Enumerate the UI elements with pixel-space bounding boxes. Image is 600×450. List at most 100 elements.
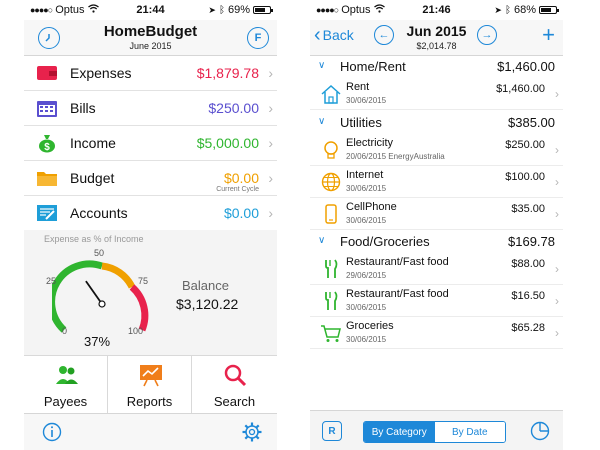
gauge-tick-label: 100 xyxy=(128,326,144,336)
battery-icon xyxy=(253,6,273,14)
calendar-icon xyxy=(37,101,57,117)
category-name: Home/Rent xyxy=(340,59,406,74)
gauge-percent: 37% xyxy=(84,334,111,349)
expense-amount: $250.00 xyxy=(505,139,545,151)
segment-by-category[interactable]: By Category xyxy=(364,422,435,442)
r-button[interactable]: R xyxy=(322,421,342,441)
gauge-tick-label: 0 xyxy=(62,326,68,336)
info-icon[interactable] xyxy=(42,422,62,442)
menu-row-expenses[interactable]: Expenses $1,879.78 › xyxy=(24,56,277,91)
chevron-right-icon: › xyxy=(268,100,273,116)
expense-name: Groceries xyxy=(346,320,394,332)
menu-label: Income xyxy=(70,135,116,151)
category-header-food-groceries[interactable]: ∨ Food/Groceries $169.78 xyxy=(310,231,563,253)
expenses-by-category-screen: ●●●●○ Optus 21:46 ➤ ᛒ 68% ‹ Back ← Jun 2… xyxy=(310,0,563,450)
battery-icon xyxy=(539,6,559,14)
category-header-utilities[interactable]: ∨ Utilities $385.00 xyxy=(310,112,563,134)
filter-button[interactable]: F xyxy=(247,27,269,49)
gauge-tick-label: 50 xyxy=(94,248,105,258)
chevron-right-icon: › xyxy=(268,65,273,81)
expense-row[interactable]: Restaurant/Fast food 30/06/2015 $16.50 › xyxy=(310,285,563,317)
expense-row[interactable]: Internet 30/06/2015 $100.00 › xyxy=(310,166,563,198)
money-bag-icon: $ xyxy=(39,135,55,153)
expense-name: CellPhone xyxy=(346,201,397,213)
accounts-icon xyxy=(37,205,57,221)
expense-date: 30/06/2015 xyxy=(346,335,387,344)
chevron-right-icon: › xyxy=(555,294,559,308)
add-expense-button[interactable]: + xyxy=(542,22,555,48)
clock-button[interactable] xyxy=(38,27,60,49)
house-icon xyxy=(321,84,341,104)
chevron-right-icon: › xyxy=(555,143,559,157)
wallet-icon xyxy=(37,66,57,80)
expense-date: 30/06/2015 xyxy=(346,216,387,225)
expense-name: Internet xyxy=(346,169,384,181)
expense-amount: $35.00 xyxy=(511,203,545,215)
tile-label: Reports xyxy=(126,394,173,409)
bluetooth-icon: ᛒ xyxy=(218,4,225,16)
globe-icon xyxy=(321,172,341,192)
menu-row-bills[interactable]: Bills $250.00 › xyxy=(24,91,277,126)
status-bar: ●●●●○ Optus 21:44 ➤ ᛒ 69% xyxy=(24,0,277,20)
bottom-toolbar: R By Category By Date xyxy=(310,410,563,450)
expense-date: 29/06/2015 xyxy=(346,271,387,280)
gauge-tick-label: 25 xyxy=(46,276,57,286)
cart-icon xyxy=(321,325,341,342)
expense-amount: $88.00 xyxy=(511,258,545,270)
category-name: Food/Groceries xyxy=(340,234,430,249)
menu-row-income[interactable]: $ Income $5,000.00 › xyxy=(24,126,277,161)
gauge-arc-green xyxy=(52,260,104,333)
expense-row[interactable]: CellPhone 30/06/2015 $35.00 › xyxy=(310,198,563,230)
page-title: Jun 2015 xyxy=(406,23,467,39)
quick-tiles: Payees Reports Search xyxy=(24,355,277,414)
payees-tile[interactable]: Payees xyxy=(24,356,108,414)
menu-label: Accounts xyxy=(70,205,128,221)
chevron-down-icon: ∨ xyxy=(318,60,326,71)
expense-name: Restaurant/Fast food xyxy=(346,288,449,300)
chevron-right-icon: › xyxy=(268,205,273,221)
arrow-right-icon: → xyxy=(481,29,493,41)
expense-amount: $65.28 xyxy=(511,322,545,334)
expense-date: 30/06/2015 xyxy=(346,184,387,193)
next-month-button[interactable]: → xyxy=(477,25,497,45)
expense-row[interactable]: Groceries 30/06/2015 $65.28 › xyxy=(310,317,563,349)
expense-date: 20/06/2015 EnergyAustralia xyxy=(346,152,445,161)
chevron-down-icon: ∨ xyxy=(318,235,326,246)
chevron-down-icon: ∨ xyxy=(318,116,326,127)
location-icon: ➤ xyxy=(208,4,216,15)
gauge-hub xyxy=(98,300,106,308)
fork-knife-icon xyxy=(325,291,338,310)
chevron-right-icon: › xyxy=(268,135,273,151)
page-title: HomeBudget xyxy=(103,23,198,40)
svg-text:$: $ xyxy=(44,142,50,153)
magnifier-icon xyxy=(224,364,247,387)
people-icon xyxy=(56,366,78,384)
settings-gear-icon[interactable] xyxy=(241,421,263,443)
menu-label: Expenses xyxy=(70,65,132,81)
nav-header: ‹ Back ← Jun 2015 $2,014.78 → + xyxy=(310,20,563,56)
pie-chart-icon[interactable] xyxy=(529,420,551,442)
expense-row[interactable]: Rent 30/06/2015 $1,460.00 › xyxy=(310,78,563,110)
page-total: $2,014.78 xyxy=(416,41,457,51)
homebudget-summary-screen: ●●●●○ Optus 21:44 ➤ ᛒ 69% HomeBudget Jun… xyxy=(24,0,277,450)
menu-value: $250.00 xyxy=(208,100,259,116)
sort-segmented-control: By Category By Date xyxy=(363,421,506,443)
tile-label: Payees xyxy=(43,394,88,409)
plus-icon: + xyxy=(542,22,555,47)
menu-row-budget[interactable]: Budget $0.00 Current Cycle › xyxy=(24,161,277,196)
reports-tile[interactable]: Reports xyxy=(108,356,192,414)
search-tile[interactable]: Search xyxy=(192,356,277,414)
expense-row[interactable]: Restaurant/Fast food 29/06/2015 $88.00 › xyxy=(310,253,563,285)
expense-date: 30/06/2015 xyxy=(346,303,387,312)
status-bar: ●●●●○ Optus 21:46 ➤ ᛒ 68% xyxy=(310,0,563,20)
category-header-home-rent[interactable]: ∨ Home/Rent $1,460.00 xyxy=(310,56,563,78)
segment-by-date[interactable]: By Date xyxy=(434,422,505,442)
gauge-tick-label: 75 xyxy=(138,276,149,286)
menu-row-accounts[interactable]: Accounts $0.00 › xyxy=(24,196,277,231)
chevron-right-icon: › xyxy=(555,326,559,340)
menu-value: $0.00 xyxy=(223,170,259,186)
expense-row[interactable]: Electricity 20/06/2015 EnergyAustralia $… xyxy=(310,134,563,166)
expense-amount: $100.00 xyxy=(505,171,545,183)
menu-label: Bills xyxy=(70,100,96,116)
chevron-right-icon: › xyxy=(555,262,559,276)
